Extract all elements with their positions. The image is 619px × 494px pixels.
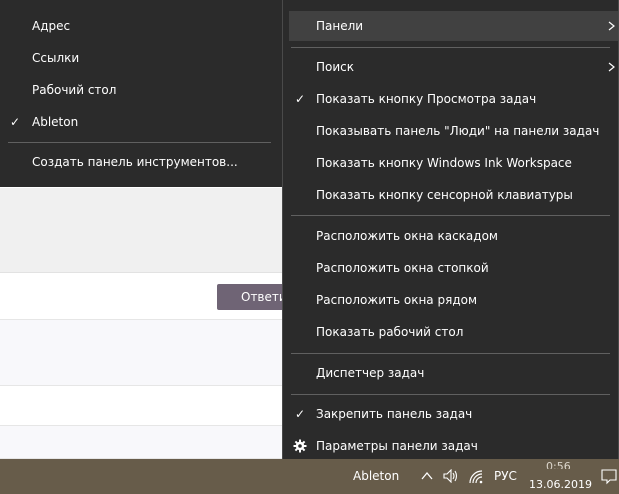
reply-button[interactable]: Ответи <box>217 284 287 310</box>
menu-item-side-by-side[interactable]: Расположить окна рядом <box>283 285 618 315</box>
menu-item-task-manager[interactable]: Диспетчер задач <box>283 358 618 388</box>
menu-item-label: Расположить окна рядом <box>316 293 478 307</box>
menu-item-links[interactable]: Ссылки <box>0 43 283 73</box>
menu-item-label: Показать кнопку Windows Ink Workspace <box>316 156 572 170</box>
chevron-up-icon[interactable] <box>421 471 433 481</box>
menu-item-label: Диспетчер задач <box>316 366 425 380</box>
menu-separator <box>291 394 610 395</box>
language-indicator[interactable]: РУС <box>494 459 517 494</box>
gear-icon <box>293 439 307 453</box>
menu-item-label: Панели <box>316 19 364 33</box>
menu-separator <box>8 142 271 143</box>
menu-item-label: Параметры панели задач <box>316 439 478 453</box>
checkmark-icon: ✓ <box>294 92 306 106</box>
menu-item-show-ink-workspace[interactable]: Показать кнопку Windows Ink Workspace <box>283 148 618 178</box>
chevron-right-icon <box>608 62 615 72</box>
ableton-toolbar[interactable]: Ableton <box>353 459 399 494</box>
menu-item-show-desktop[interactable]: Показать рабочий стол <box>283 317 618 347</box>
menu-item-label: Показать кнопку сенсорной клавиатуры <box>316 188 573 202</box>
wifi-icon[interactable] <box>469 470 483 484</box>
checkmark-icon: ✓ <box>294 407 306 421</box>
checkmark-icon: ✓ <box>9 115 21 129</box>
menu-item-create-toolbar[interactable]: Создать панель инструментов... <box>0 147 283 177</box>
menu-item-label: Расположить окна стопкой <box>316 261 489 275</box>
menu-item-show-touch-keyboard[interactable]: Показать кнопку сенсорной клавиатуры <box>283 180 618 210</box>
taskbar: Ableton РУС 0:56 13.06.2019 <box>0 459 619 494</box>
menu-item-label: Создать панель инструментов... <box>32 155 238 169</box>
menu-item-search[interactable]: Поиск <box>283 52 618 82</box>
menu-item-cascade-windows[interactable]: Расположить окна каскадом <box>283 221 618 251</box>
menu-item-show-people[interactable]: Показывать панель "Люди" на панели задач <box>283 116 618 146</box>
taskbar-context-menu: Панели Поиск ✓ Показать кнопку Просмотра… <box>282 0 619 470</box>
menu-item-label: Показывать панель "Люди" на панели задач <box>316 124 600 138</box>
menu-item-label: Расположить окна каскадом <box>316 229 498 243</box>
speaker-icon[interactable] <box>443 469 459 483</box>
menu-item-label: Адрес <box>32 19 71 33</box>
clock-date[interactable]: 13.06.2019 <box>529 478 592 492</box>
menu-item-label: Ссылки <box>32 51 80 65</box>
menu-item-taskbar-settings[interactable]: Параметры панели задач <box>283 431 618 461</box>
menu-item-stack-windows[interactable]: Расположить окна стопкой <box>283 253 618 283</box>
menu-item-label: Показать рабочий стол <box>316 325 464 339</box>
menu-item-label: Поиск <box>316 60 355 74</box>
menu-item-label: Показать кнопку Просмотра задач <box>316 92 537 106</box>
menu-item-ableton[interactable]: ✓ Ableton <box>0 107 283 137</box>
menu-item-lock-taskbar[interactable]: ✓ Закрепить панель задач <box>283 399 618 429</box>
clock-time: 0:56 <box>546 461 571 469</box>
chevron-right-icon <box>608 21 615 31</box>
toolbars-submenu: Адрес Ссылки Рабочий стол ✓ Ableton Созд… <box>0 0 284 187</box>
menu-item-show-task-view[interactable]: ✓ Показать кнопку Просмотра задач <box>283 84 618 114</box>
menu-separator <box>291 353 610 354</box>
menu-item-toolbars[interactable]: Панели <box>283 11 618 41</box>
menu-item-desktop[interactable]: Рабочий стол <box>0 75 283 105</box>
notifications-icon[interactable] <box>601 469 617 485</box>
menu-item-label: Ableton <box>32 115 79 129</box>
menu-item-label: Закрепить панель задач <box>316 407 473 421</box>
menu-separator <box>291 215 610 216</box>
menu-item-address[interactable]: Адрес <box>0 11 283 41</box>
menu-item-label: Рабочий стол <box>32 83 117 97</box>
menu-separator <box>291 47 610 48</box>
